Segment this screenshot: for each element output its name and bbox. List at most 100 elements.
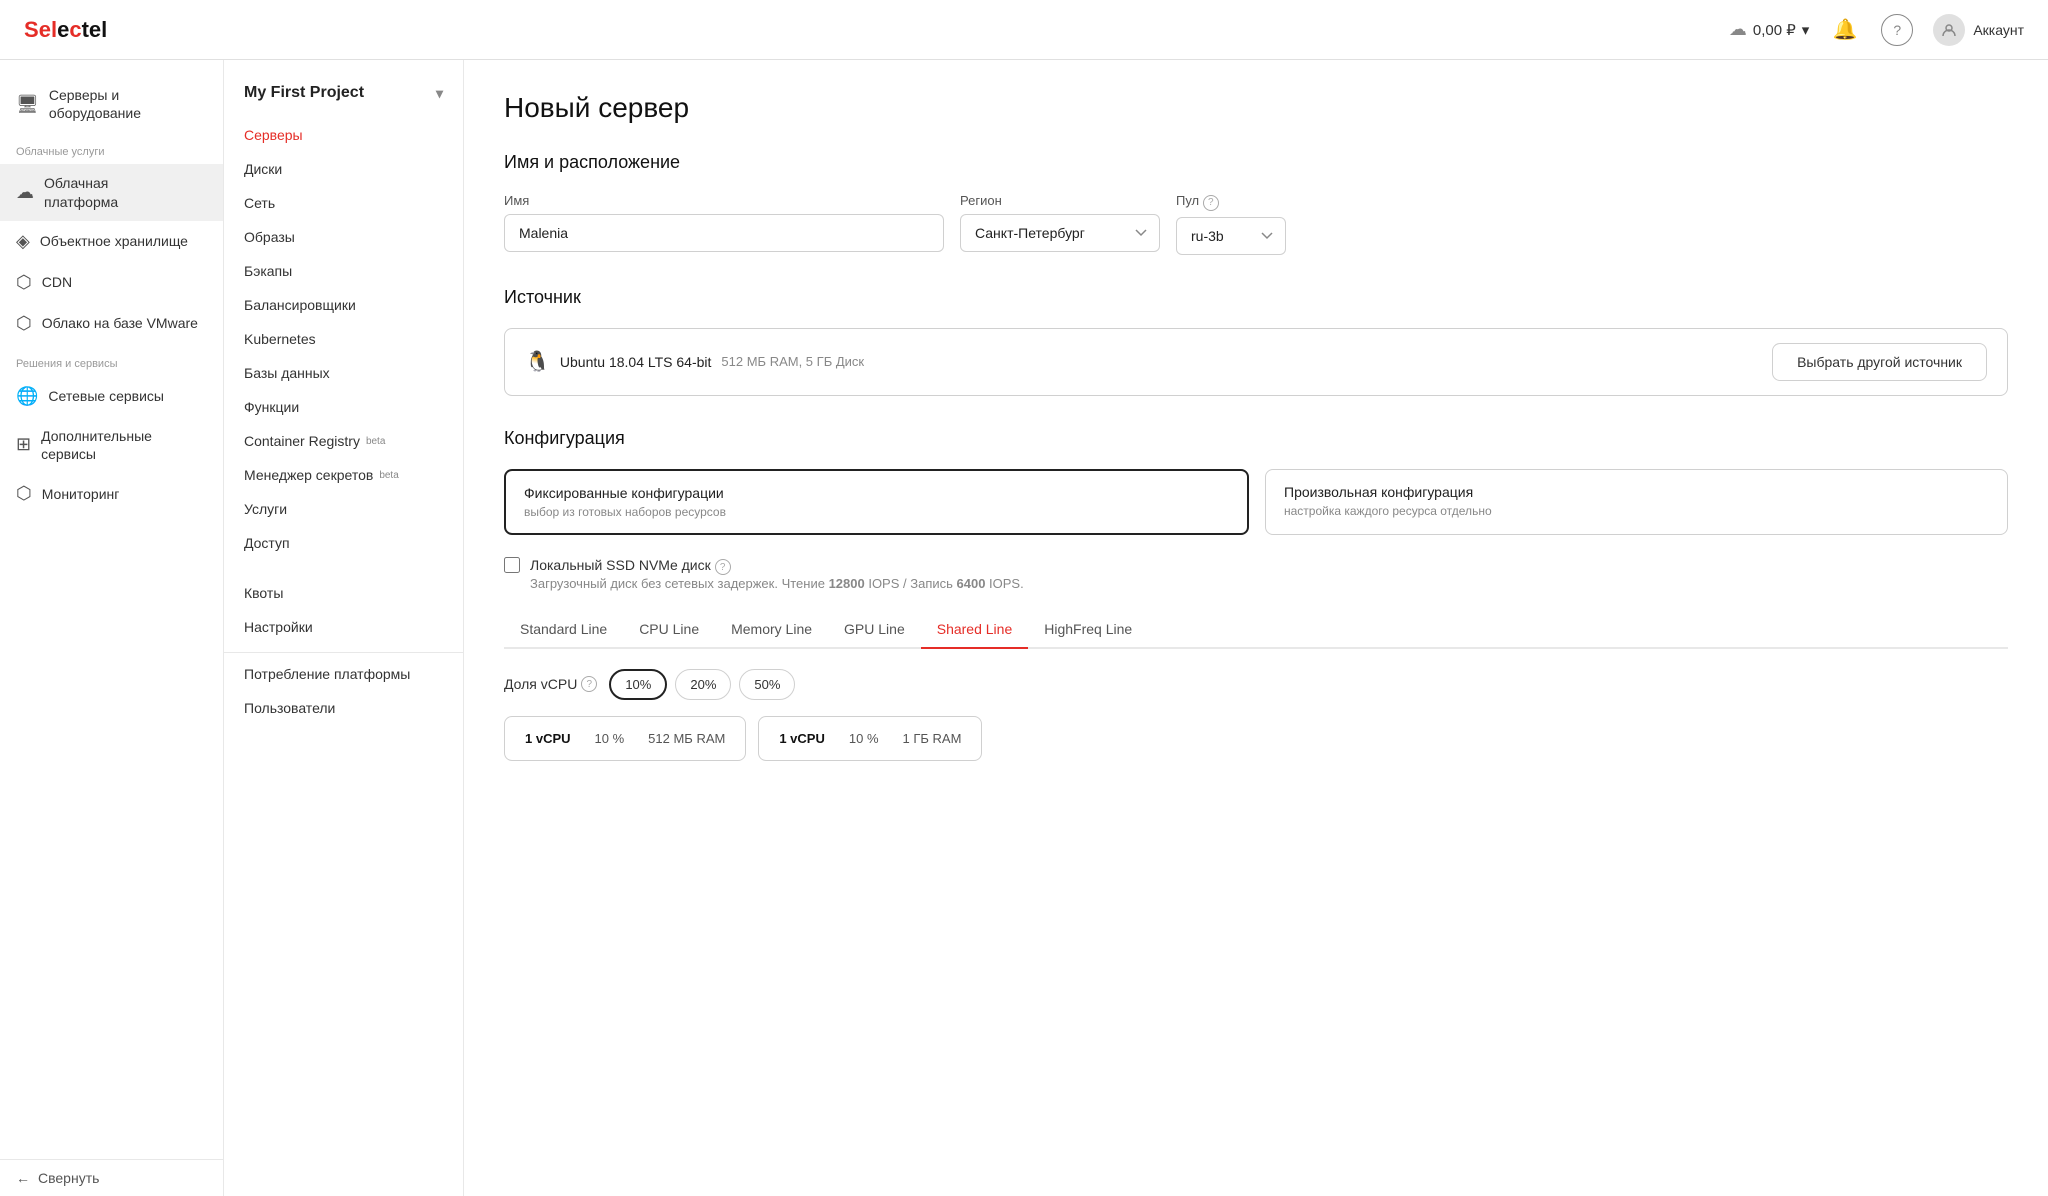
- cloud-platform-icon: ☁: [16, 182, 34, 203]
- nav-item-services[interactable]: Услуги: [224, 492, 463, 526]
- card-1-share: 10 %: [849, 731, 879, 746]
- project-header[interactable]: My First Project ▾: [224, 76, 463, 118]
- nav-item-access[interactable]: Доступ: [224, 526, 463, 560]
- collapse-button[interactable]: ← Свернуть: [0, 1160, 223, 1196]
- solutions-section-label: Решения и сервисы: [0, 344, 223, 376]
- server-card-0[interactable]: 1 vCPU 10 % 512 МБ RAM: [504, 716, 746, 761]
- project-chevron: ▾: [436, 85, 443, 102]
- sidebar-item-object[interactable]: ◈ Объектное хранилище: [0, 221, 223, 262]
- source-os-meta: 512 МБ RAM, 5 ГБ Диск: [721, 354, 864, 369]
- server-name-input[interactable]: [504, 214, 944, 252]
- pool-select[interactable]: ru-3b: [1176, 217, 1286, 255]
- region-select[interactable]: Санкт-Петербург: [960, 214, 1160, 252]
- sidebar-item-vmware[interactable]: ⬡ Облако на базе VMware: [0, 303, 223, 344]
- sidebar-item-cloud[interactable]: ☁ Облачнаяплатформа: [0, 164, 223, 220]
- sidebar-item-servers[interactable]: 🖥 Серверы и оборудование: [0, 76, 223, 132]
- name-field-group: Имя: [504, 193, 944, 252]
- balance-value: 0,00 ₽: [1753, 21, 1796, 39]
- container-badge: beta: [366, 436, 385, 447]
- balance-display[interactable]: ☁ 0,00 ₽ ▾: [1729, 19, 1809, 40]
- config-option-custom[interactable]: Произвольная конфигурация настройка кажд…: [1265, 469, 2008, 535]
- nav-item-backups[interactable]: Бэкапы: [224, 254, 463, 288]
- nav-item-secrets[interactable]: Менеджер секретов beta: [224, 458, 463, 492]
- vcpu-row: Доля vCPU ? 10% 20% 50%: [504, 669, 2008, 700]
- sidebar-project: My First Project ▾ Серверы Диски Сеть Об…: [224, 60, 464, 1196]
- fixed-config-title: Фиксированные конфигурации: [524, 485, 1229, 501]
- line-tabs: Standard Line CPU Line Memory Line GPU L…: [504, 611, 2008, 649]
- notification-icon[interactable]: 🔔: [1829, 14, 1861, 46]
- region-field-group: Регион Санкт-Петербург: [960, 193, 1160, 252]
- sidebar-item-cdn[interactable]: ⬡ CDN: [0, 262, 223, 303]
- vcpu-help-icon[interactable]: ?: [581, 676, 597, 692]
- logo[interactable]: Selectel: [24, 17, 107, 43]
- main-content: Новый сервер Имя и расположение Имя Реги…: [464, 60, 2048, 1196]
- nav-item-network[interactable]: Сеть: [224, 186, 463, 220]
- nav-item-kubernetes[interactable]: Kubernetes: [224, 322, 463, 356]
- vcpu-50-button[interactable]: 50%: [739, 669, 795, 700]
- config-section: Фиксированные конфигурации выбор из гото…: [504, 469, 2008, 761]
- nav-item-users[interactable]: Пользователи: [224, 691, 463, 725]
- page-title: Новый сервер: [504, 92, 2008, 124]
- tab-standard[interactable]: Standard Line: [504, 611, 623, 649]
- source-os-name: Ubuntu 18.04 LTS 64-bit: [560, 354, 712, 370]
- vcpu-10-button[interactable]: 10%: [609, 669, 667, 700]
- network-icon: 🌐: [16, 386, 38, 407]
- header-right: ☁ 0,00 ₽ ▾ 🔔 ? Аккаунт: [1729, 14, 2024, 46]
- nav-item-consumption[interactable]: Потребление платформы: [224, 657, 463, 691]
- cloud-icon: ☁: [1729, 19, 1747, 40]
- ssd-checkbox-row: Локальный SSD NVMe диск ? Загрузочный ди…: [504, 555, 2008, 591]
- ssd-help-icon[interactable]: ?: [715, 559, 731, 575]
- tab-shared[interactable]: Shared Line: [921, 611, 1029, 649]
- source-title: Источник: [504, 287, 2008, 308]
- nav-item-databases[interactable]: Базы данных: [224, 356, 463, 390]
- name-label: Имя: [504, 193, 944, 208]
- account-button[interactable]: Аккаунт: [1933, 14, 2024, 46]
- ssd-label: Локальный SSD NVMe диск: [530, 557, 711, 573]
- ssd-checkbox[interactable]: [504, 557, 520, 573]
- monitoring-icon: ⬡: [16, 483, 32, 504]
- help-icon[interactable]: ?: [1881, 14, 1913, 46]
- secrets-badge: beta: [379, 470, 398, 481]
- additional-icon: ⊞: [16, 434, 31, 455]
- nav-item-quotas[interactable]: Квоты: [224, 576, 463, 610]
- source-section: 🐧 Ubuntu 18.04 LTS 64-bit 512 МБ RAM, 5 …: [504, 328, 2008, 396]
- ssd-desc: Загрузочный диск без сетевых задержек. Ч…: [530, 576, 1024, 591]
- account-label: Аккаунт: [1973, 22, 2024, 38]
- project-name: My First Project: [244, 84, 364, 102]
- vmware-icon: ⬡: [16, 313, 32, 334]
- config-option-fixed[interactable]: Фиксированные конфигурации выбор из гото…: [504, 469, 1249, 535]
- sidebar-cdn-label: CDN: [42, 273, 72, 291]
- nav-item-functions[interactable]: Функции: [224, 390, 463, 424]
- sidebar-additional-label: Дополнительные сервисы: [41, 427, 207, 463]
- card-0-share: 10 %: [595, 731, 625, 746]
- sidebar-monitoring-label: Мониторинг: [42, 485, 120, 503]
- nav-item-servers[interactable]: Серверы: [224, 118, 463, 152]
- sidebar-vmware-label: Облако на базе VMware: [42, 314, 198, 332]
- sidebar-item-monitoring[interactable]: ⬡ Мониторинг: [0, 473, 223, 514]
- nav-item-container[interactable]: Container Registry beta: [224, 424, 463, 458]
- arrow-left-icon: ←: [16, 1170, 30, 1186]
- sidebar-item-network[interactable]: 🌐 Сетевые сервисы: [0, 376, 223, 417]
- ubuntu-icon: 🐧: [525, 349, 550, 374]
- nav-item-balancers[interactable]: Балансировщики: [224, 288, 463, 322]
- pool-help-icon[interactable]: ?: [1203, 195, 1219, 211]
- tab-highfreq[interactable]: HighFreq Line: [1028, 611, 1148, 649]
- vcpu-20-button[interactable]: 20%: [675, 669, 731, 700]
- nav-item-images[interactable]: Образы: [224, 220, 463, 254]
- avatar: [1933, 14, 1965, 46]
- ssd-label-container: Локальный SSD NVMe диск ? Загрузочный ди…: [530, 555, 1024, 591]
- card-1-ram: 1 ГБ RAM: [903, 731, 962, 746]
- tab-gpu[interactable]: GPU Line: [828, 611, 921, 649]
- custom-config-desc: настройка каждого ресурса отдельно: [1284, 504, 1989, 518]
- sidebar-left: 🖥 Серверы и оборудование Облачные услуги…: [0, 60, 224, 1196]
- config-title: Конфигурация: [504, 428, 2008, 449]
- collapse-label: Свернуть: [38, 1170, 99, 1186]
- server-card-1[interactable]: 1 vCPU 10 % 1 ГБ RAM: [758, 716, 982, 761]
- nav-item-disks[interactable]: Диски: [224, 152, 463, 186]
- nav-item-settings[interactable]: Настройки: [224, 610, 463, 644]
- sidebar-item-additional[interactable]: ⊞ Дополнительные сервисы: [0, 417, 223, 473]
- tab-memory[interactable]: Memory Line: [715, 611, 828, 649]
- tab-cpu[interactable]: CPU Line: [623, 611, 715, 649]
- config-options: Фиксированные конфигурации выбор из гото…: [504, 469, 2008, 535]
- select-source-button[interactable]: Выбрать другой источник: [1772, 343, 1987, 381]
